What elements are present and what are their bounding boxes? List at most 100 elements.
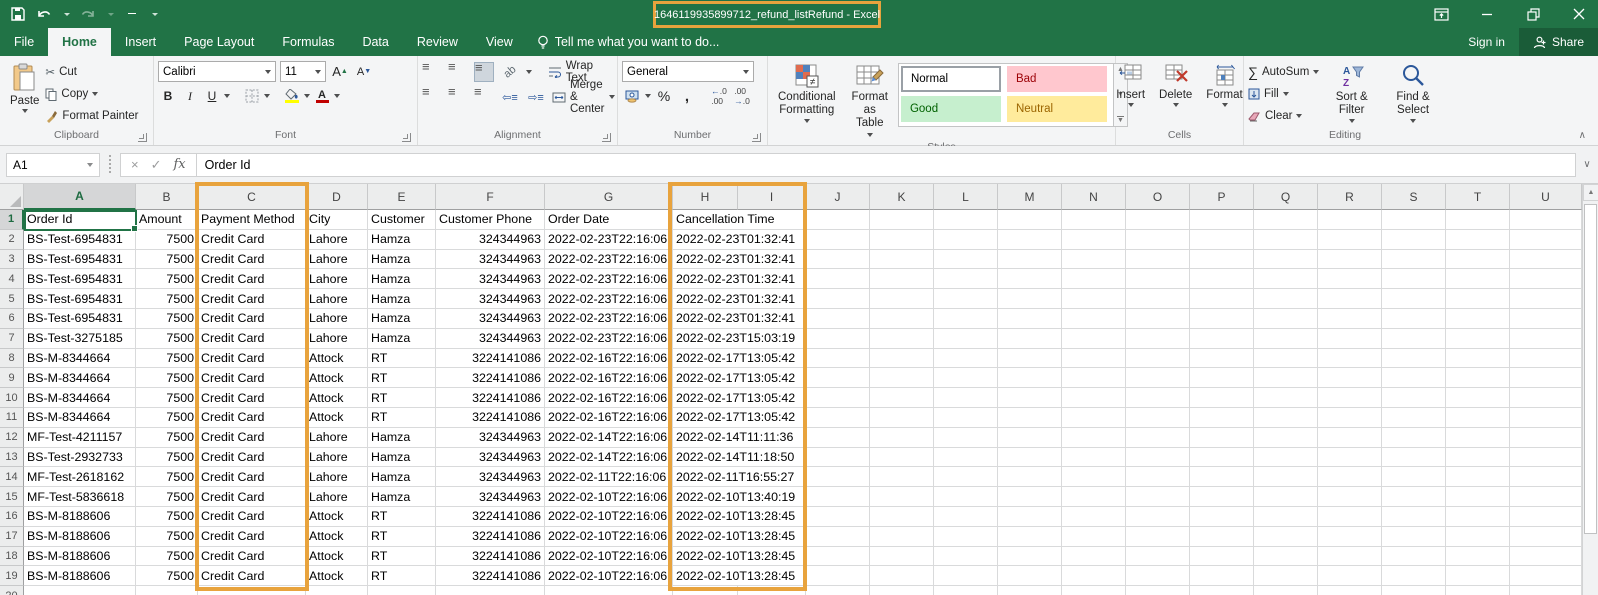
cell-F3[interactable]: 324344963 <box>436 250 545 270</box>
cell-L18[interactable] <box>934 547 998 567</box>
cell-E3[interactable]: Hamza <box>368 250 436 270</box>
delete-cells-button[interactable]: Delete <box>1153 59 1198 111</box>
percent-style-icon[interactable]: % <box>654 86 674 106</box>
cell-D19[interactable]: Attock <box>306 566 368 586</box>
increase-indent-icon[interactable]: ⇨≡ <box>526 87 546 107</box>
cell-O19[interactable] <box>1126 566 1190 586</box>
cell-H7[interactable]: 2022-02-23T15:03:19 <box>673 329 738 349</box>
cell-E10[interactable]: RT <box>368 388 436 408</box>
cell-F19[interactable]: 3224141086 <box>436 566 545 586</box>
cell-A17[interactable]: BS-M-8188606 <box>24 527 136 547</box>
row-header-9[interactable]: 9 <box>0 368 24 388</box>
cell-L2[interactable] <box>934 230 998 250</box>
row-header-20[interactable]: 20 <box>0 586 24 595</box>
row-header-3[interactable]: 3 <box>0 250 24 270</box>
customize-qat-icon[interactable] <box>124 6 140 22</box>
cell-J6[interactable] <box>806 309 870 329</box>
cell-G20[interactable] <box>545 586 673 595</box>
tab-file[interactable]: File <box>0 28 48 56</box>
cell-P12[interactable] <box>1190 428 1254 448</box>
cell-G13[interactable]: 2022-02-14T22:16:06 <box>545 448 673 468</box>
cell-N8[interactable] <box>1062 349 1126 369</box>
column-header-h[interactable]: H <box>673 184 738 210</box>
cell-G4[interactable]: 2022-02-23T22:16:06 <box>545 269 673 289</box>
cell-B3[interactable]: 7500 <box>136 250 198 270</box>
tell-me-box[interactable]: Tell me what you want to do... <box>527 28 730 56</box>
copy-button[interactable]: Copy <box>45 83 138 105</box>
cell-J16[interactable] <box>806 507 870 527</box>
cell-Q17[interactable] <box>1254 527 1318 547</box>
column-header-p[interactable]: P <box>1190 184 1254 210</box>
tab-review[interactable]: Review <box>403 28 472 56</box>
column-header-e[interactable]: E <box>368 184 436 210</box>
row-header-6[interactable]: 6 <box>0 309 24 329</box>
cell-P14[interactable] <box>1190 467 1254 487</box>
cell-B20[interactable] <box>136 586 198 595</box>
cell-R10[interactable] <box>1318 388 1382 408</box>
cell-K6[interactable] <box>870 309 934 329</box>
vertical-scrollbar[interactable]: ▲ <box>1582 184 1598 595</box>
cell-Q14[interactable] <box>1254 467 1318 487</box>
column-header-n[interactable]: N <box>1062 184 1126 210</box>
cell-C16[interactable]: Credit Card <box>198 507 306 527</box>
cell-R7[interactable] <box>1318 329 1382 349</box>
cell-G16[interactable]: 2022-02-10T22:16:06 <box>545 507 673 527</box>
cell-Q20[interactable] <box>1254 586 1318 595</box>
cell-D5[interactable]: Lahore <box>306 289 368 309</box>
cut-button[interactable]: ✂Cut <box>45 61 138 83</box>
scroll-up-icon[interactable]: ▲ <box>1583 184 1598 201</box>
cell-D7[interactable]: Lahore <box>306 329 368 349</box>
cell-N11[interactable] <box>1062 408 1126 428</box>
cell-C3[interactable]: Credit Card <box>198 250 306 270</box>
cell-Q12[interactable] <box>1254 428 1318 448</box>
cell-R17[interactable] <box>1318 527 1382 547</box>
cell-T1[interactable] <box>1446 210 1510 230</box>
row-header-8[interactable]: 8 <box>0 349 24 369</box>
align-bottom-icon[interactable]: ≡ <box>474 62 494 82</box>
column-header-c[interactable]: C <box>198 184 306 210</box>
cell-L11[interactable] <box>934 408 998 428</box>
cell-O3[interactable] <box>1126 250 1190 270</box>
column-header-g[interactable]: G <box>545 184 673 210</box>
cell-D16[interactable]: Attock <box>306 507 368 527</box>
cell-L19[interactable] <box>934 566 998 586</box>
cell-N14[interactable] <box>1062 467 1126 487</box>
cell-U7[interactable] <box>1510 329 1582 349</box>
cell-U6[interactable] <box>1510 309 1582 329</box>
cell-K20[interactable] <box>870 586 934 595</box>
cell-F7[interactable]: 324344963 <box>436 329 545 349</box>
tab-formulas[interactable]: Formulas <box>268 28 348 56</box>
cell-C4[interactable]: Credit Card <box>198 269 306 289</box>
tab-home[interactable]: Home <box>48 28 111 56</box>
cell-S16[interactable] <box>1382 507 1446 527</box>
cell-K14[interactable] <box>870 467 934 487</box>
cell-L4[interactable] <box>934 269 998 289</box>
cell-P3[interactable] <box>1190 250 1254 270</box>
cell-M16[interactable] <box>998 507 1062 527</box>
cell-O12[interactable] <box>1126 428 1190 448</box>
cell-N19[interactable] <box>1062 566 1126 586</box>
cell-G7[interactable]: 2022-02-23T22:16:06 <box>545 329 673 349</box>
cell-K19[interactable] <box>870 566 934 586</box>
cell-H18[interactable]: 2022-02-10T13:28:45 <box>673 547 738 567</box>
cell-A4[interactable]: BS-Test-6954831 <box>24 269 136 289</box>
cell-U9[interactable] <box>1510 368 1582 388</box>
row-header-16[interactable]: 16 <box>0 507 24 527</box>
close-icon[interactable] <box>1568 3 1590 25</box>
collapse-ribbon-icon[interactable]: ∧ <box>1579 130 1586 141</box>
cell-O20[interactable] <box>1126 586 1190 595</box>
cell-E17[interactable]: RT <box>368 527 436 547</box>
insert-function-icon[interactable]: fx <box>174 157 186 172</box>
cell-U1[interactable] <box>1510 210 1582 230</box>
cell-D9[interactable]: Attock <box>306 368 368 388</box>
cell-B7[interactable]: 7500 <box>136 329 198 349</box>
cell-M4[interactable] <box>998 269 1062 289</box>
cell-K3[interactable] <box>870 250 934 270</box>
cell-G18[interactable]: 2022-02-10T22:16:06 <box>545 547 673 567</box>
enter-icon[interactable]: ✓ <box>151 157 162 173</box>
cell-A3[interactable]: BS-Test-6954831 <box>24 250 136 270</box>
cell-L10[interactable] <box>934 388 998 408</box>
column-header-f[interactable]: F <box>436 184 545 210</box>
cell-T16[interactable] <box>1446 507 1510 527</box>
cell-S20[interactable] <box>1382 586 1446 595</box>
